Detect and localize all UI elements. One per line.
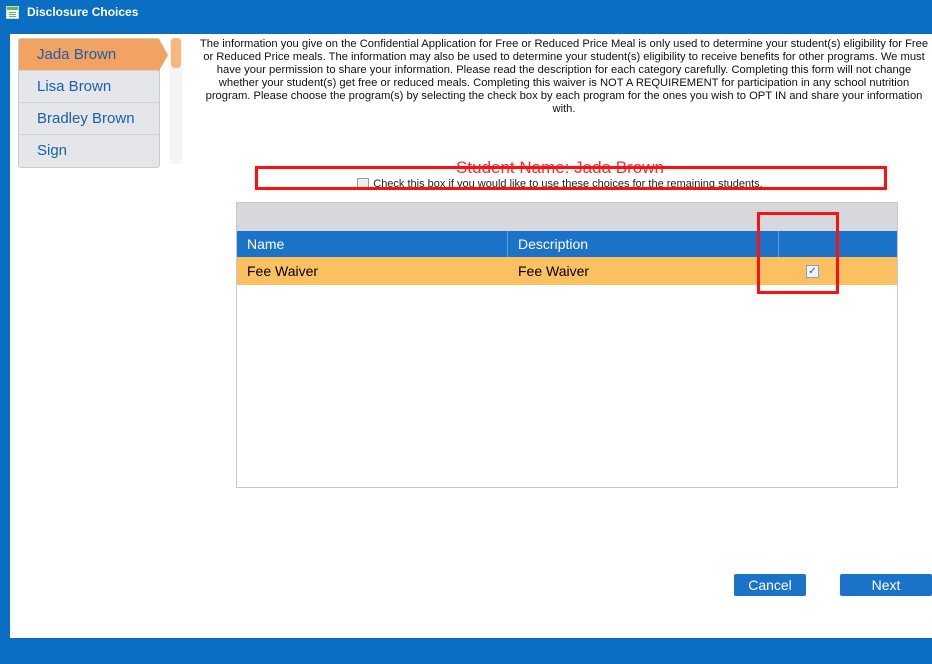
- sidebar-item-bradley-brown[interactable]: Bradley Brown: [19, 103, 159, 135]
- column-header-name[interactable]: Name: [237, 231, 508, 257]
- scrollbar-thumb[interactable]: [171, 38, 181, 68]
- sidebar-item-sign[interactable]: Sign: [19, 135, 159, 167]
- main-content: Jada Brown Lisa Brown Bradley Brown Sign…: [10, 34, 932, 638]
- annotation-highlight-box-checkbox: [757, 212, 839, 294]
- cell-description: Fee Waiver: [518, 263, 590, 279]
- sidebar-item-jada-brown[interactable]: Jada Brown: [19, 39, 168, 71]
- column-header-description[interactable]: Description: [508, 231, 779, 257]
- bottom-bar: [0, 638, 932, 664]
- student-sidebar: Jada Brown Lisa Brown Bradley Brown Sign: [18, 38, 168, 168]
- cancel-button[interactable]: Cancel: [734, 574, 806, 596]
- window-title: Disclosure Choices: [27, 5, 139, 19]
- info-paragraph: The information you give on the Confiden…: [199, 38, 929, 115]
- window-titlebar: Disclosure Choices: [0, 0, 932, 24]
- sidebar-scrollbar[interactable]: [170, 38, 182, 164]
- annotation-highlight-box: [255, 166, 887, 190]
- form-icon: [6, 5, 19, 19]
- sidebar-item-lisa-brown[interactable]: Lisa Brown: [19, 71, 159, 103]
- cell-name: Fee Waiver: [247, 263, 319, 279]
- next-button[interactable]: Next: [840, 574, 932, 596]
